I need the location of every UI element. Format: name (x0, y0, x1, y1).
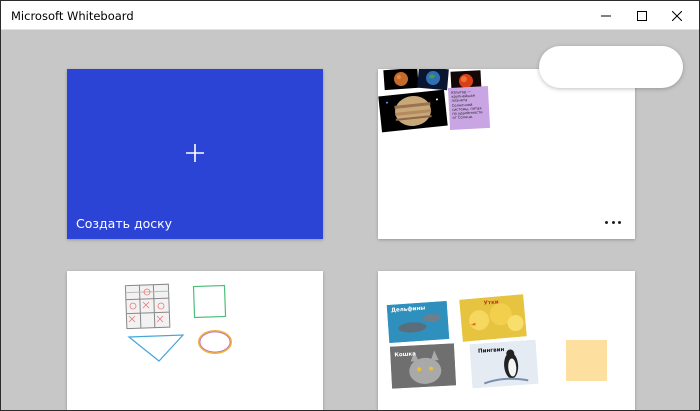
cat-image: Кошка (389, 343, 457, 389)
sticky-note-text: Юпитер — крупнейшая планета Солнечной си… (451, 89, 483, 121)
close-icon (672, 10, 682, 21)
window-title: Microsoft Whiteboard (11, 9, 134, 23)
close-button[interactable] (654, 1, 699, 30)
earth-image (417, 69, 449, 91)
ducklings-image: Утки (459, 294, 527, 342)
sticky-note-purple: Юпитер — крупнейшая планета Солнечной си… (447, 85, 491, 131)
board-gallery: Создать доску Юпитер — крупнейшая планет… (1, 31, 699, 410)
shapes-drawing (124, 283, 232, 362)
sticky-note-yellow (566, 340, 607, 381)
maximize-icon (637, 10, 647, 21)
cat-caption: Кошка (394, 351, 417, 359)
title-bar: Microsoft Whiteboard (1, 1, 699, 30)
plus-icon (186, 144, 204, 162)
mars-image (383, 69, 419, 91)
search-pill[interactable] (539, 46, 683, 88)
more-options-button[interactable] (605, 219, 621, 225)
dolphins-image: Дельфины (386, 300, 450, 344)
minimize-icon (601, 15, 611, 16)
jupiter-image (378, 89, 448, 133)
board-card-animals[interactable]: Дельфины Утки Кошка Пингвин (378, 271, 635, 410)
create-board-card[interactable]: Создать доску (67, 69, 323, 239)
create-board-label: Создать доску (76, 216, 173, 231)
board-card-shapes[interactable] (67, 271, 323, 410)
penguin-image: Пингвин (469, 339, 539, 389)
app-window: Microsoft Whiteboard Создать доску Юпите… (0, 0, 700, 411)
board-card-space[interactable]: Юпитер — крупнейшая планета Солнечной си… (378, 69, 635, 239)
